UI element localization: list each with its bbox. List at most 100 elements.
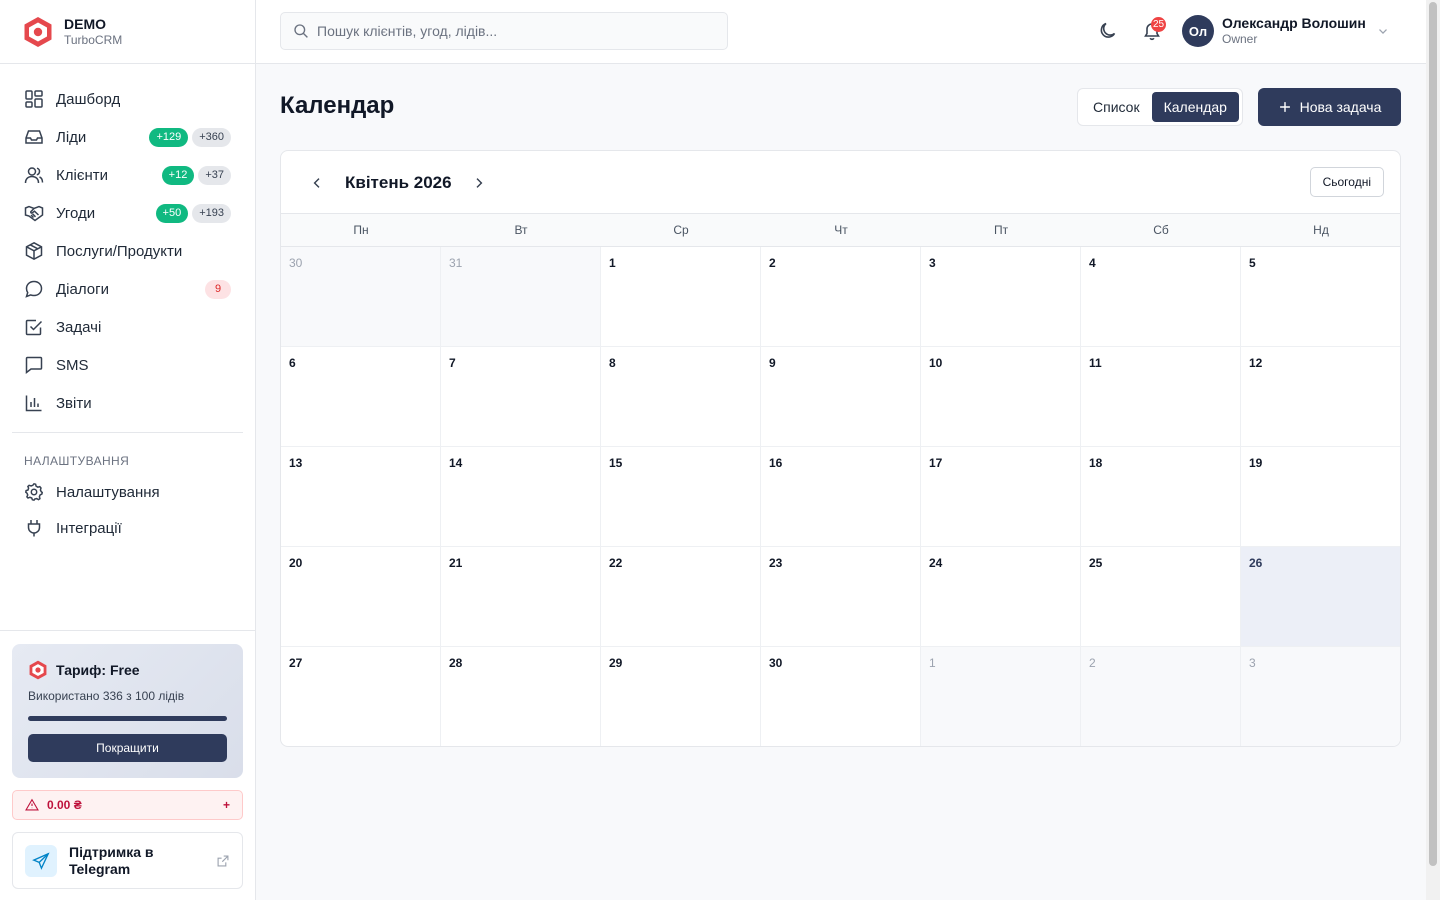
sidebar-item-leads[interactable]: Ліди +129 +360 (0, 118, 255, 156)
brand[interactable]: DEMO TurboCRM (0, 0, 255, 64)
day-number: 26 (1249, 556, 1263, 570)
plan-usage: Використано 336 з 100 лідів (28, 689, 185, 703)
calendar-day[interactable]: 4 (1081, 247, 1241, 347)
weekday-label: Ср (673, 223, 689, 237)
calendar-day[interactable]: 11 (1081, 347, 1241, 447)
day-number: 8 (609, 356, 616, 370)
calendar-day[interactable]: 3 (1241, 647, 1400, 746)
day-number: 13 (289, 456, 303, 470)
plus-icon (1279, 102, 1290, 112)
calendar-day[interactable]: 30 (761, 647, 921, 746)
chevron-right-icon[interactable] (471, 175, 487, 191)
calendar-day[interactable]: 8 (601, 347, 761, 447)
new-count-badge: +50 (155, 203, 189, 223)
sidebar-item-integrations[interactable]: Інтеграції (0, 510, 255, 546)
calendar-day-today[interactable]: 26 (1241, 547, 1400, 647)
sidebar-item-dashboard[interactable]: Дашборд (0, 80, 255, 118)
sidebar-item-dialogs[interactable]: Діалоги 9 (0, 270, 255, 308)
calendar-day[interactable]: 7 (441, 347, 601, 447)
notification-count-badge: 25 (1151, 17, 1167, 32)
weekday-label: Сб (1153, 223, 1169, 237)
day-number: 11 (1089, 356, 1102, 370)
today-button[interactable]: Сьогодні (1309, 167, 1384, 197)
calendar-day[interactable]: 29 (601, 647, 761, 746)
sidebar-item-clients[interactable]: Клієнти +12 +37 (0, 156, 255, 194)
new-count-badge: +129 (149, 127, 189, 147)
calendar-day[interactable]: 16 (761, 447, 921, 547)
calendar-day[interactable]: 19 (1241, 447, 1400, 547)
sidebar-item-label: Дашборд (56, 90, 121, 108)
telegram-support-link[interactable]: Підтримка в Telegram (12, 832, 243, 889)
telegram-icon (32, 851, 50, 870)
calendar-day[interactable]: 20 (281, 547, 441, 647)
sidebar-item-label: Налаштування (56, 483, 160, 501)
search-input[interactable] (317, 23, 717, 39)
sidebar-item-tasks[interactable]: Задачі (0, 308, 255, 346)
calendar-day[interactable]: 2 (761, 247, 921, 347)
calendar-day[interactable]: 21 (441, 547, 601, 647)
calendar-day[interactable]: 17 (921, 447, 1081, 547)
chevron-down-icon (1378, 29, 1387, 34)
sidebar-item-label: Задачі (56, 318, 102, 336)
logo-icon (24, 16, 52, 47)
balance-widget[interactable]: 0.00 ₴ + (12, 790, 243, 820)
day-number: 25 (1089, 556, 1103, 570)
calendar-day[interactable]: 22 (601, 547, 761, 647)
day-number: 5 (1249, 256, 1256, 270)
calendar-day[interactable]: 9 (761, 347, 921, 447)
new-task-button[interactable]: Нова задача (1258, 88, 1401, 126)
sidebar-item-sms[interactable]: SMS (0, 346, 255, 384)
calendar-day[interactable]: 5 (1241, 247, 1400, 347)
moon-icon[interactable] (1098, 21, 1118, 41)
day-number: 3 (1249, 656, 1256, 670)
calendar-day[interactable]: 14 (441, 447, 601, 547)
sidebar-item-reports[interactable]: Звіти (0, 384, 255, 422)
checkbox-icon (25, 319, 43, 336)
calendar-day[interactable]: 12 (1241, 347, 1400, 447)
calendar-day[interactable]: 27 (281, 647, 441, 746)
external-link-icon (217, 855, 229, 866)
calendar-day[interactable]: 31 (441, 247, 601, 347)
calendar-day[interactable]: 18 (1081, 447, 1241, 547)
upgrade-button[interactable]: Покращити (28, 734, 227, 762)
logo-icon (29, 660, 47, 680)
sidebar-item-products[interactable]: Послуги/Продукти (0, 232, 255, 270)
search-box[interactable] (280, 12, 728, 50)
sidebar-footer: Тариф: Free Використано 336 з 100 лідів … (0, 630, 255, 889)
calendar-day[interactable]: 13 (281, 447, 441, 547)
sidebar-item-label: Звіти (56, 394, 92, 412)
scrollbar[interactable] (1426, 0, 1440, 900)
sidebar-item-deals[interactable]: Угоди +50 +193 (0, 194, 255, 232)
calendar-day[interactable]: 28 (441, 647, 601, 746)
calendar-day[interactable]: 3 (921, 247, 1081, 347)
calendar-day[interactable]: 23 (761, 547, 921, 647)
calendar-day[interactable]: 24 (921, 547, 1081, 647)
day-number: 23 (769, 556, 783, 570)
day-number: 27 (289, 656, 303, 670)
unread-count-badge: 9 (205, 279, 231, 299)
day-number: 2 (1089, 656, 1096, 670)
notifications-button[interactable]: 25 (1142, 17, 1167, 46)
calendar-day[interactable]: 6 (281, 347, 441, 447)
calendar-day[interactable]: 1 (601, 247, 761, 347)
calendar-day[interactable]: 30 (281, 247, 441, 347)
user-menu[interactable]: Ол Олександр Волошин Owner (1182, 15, 1390, 47)
calendar-day[interactable]: 10 (921, 347, 1081, 447)
top-up-button[interactable]: + (223, 798, 230, 812)
bar-chart-icon (25, 395, 42, 412)
scrollbar-thumb[interactable] (1429, 2, 1437, 866)
calendar-day[interactable]: 25 (1081, 547, 1241, 647)
user-name: Олександр Волошин (1222, 15, 1366, 31)
sidebar-item-label: Послуги/Продукти (56, 242, 183, 260)
sidebar-item-settings[interactable]: Налаштування (0, 474, 255, 510)
day-number: 6 (289, 356, 296, 370)
calendar-month-title: Квітень 2026 (345, 173, 452, 192)
view-list-button[interactable]: Список (1081, 92, 1152, 122)
calendar-day[interactable]: 15 (601, 447, 761, 547)
chevron-left-icon[interactable] (309, 175, 325, 191)
weekday-label: Пн (353, 223, 369, 237)
calendar-day[interactable]: 1 (921, 647, 1081, 746)
view-calendar-button[interactable]: Календар (1151, 92, 1239, 122)
calendar-day[interactable]: 2 (1081, 647, 1241, 746)
day-number: 17 (929, 456, 943, 470)
